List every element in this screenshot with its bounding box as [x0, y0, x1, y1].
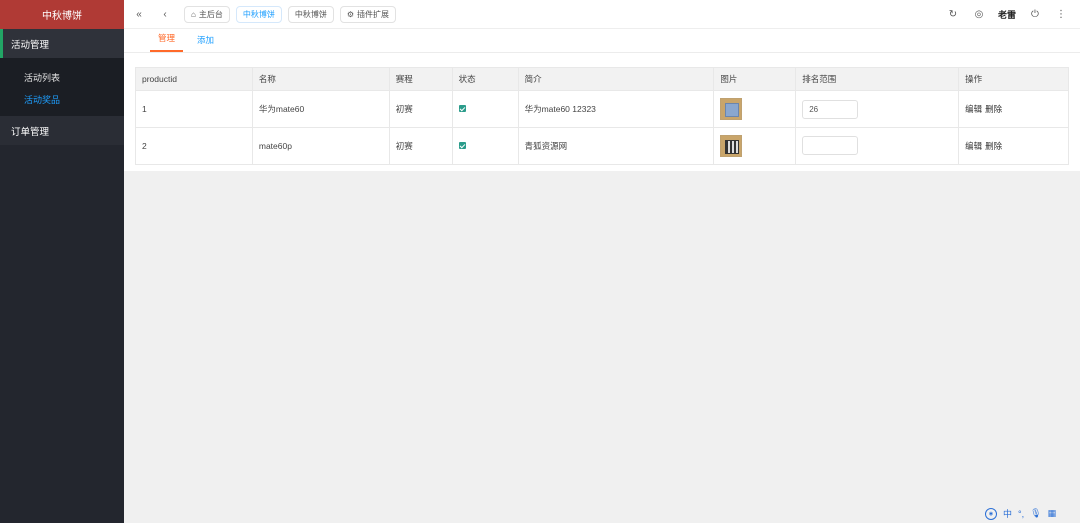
ime-menu-icon[interactable]: ▦: [1048, 508, 1057, 519]
col-intro: 简介: [517, 67, 715, 91]
subtab-manage[interactable]: 管理: [150, 32, 184, 52]
edit-link[interactable]: 编辑: [965, 141, 982, 151]
col-image: 图片: [713, 67, 797, 91]
username[interactable]: 老雷: [998, 8, 1016, 21]
rank-input[interactable]: [802, 135, 859, 155]
cell-image: [713, 127, 797, 165]
table-header: productid 名称 赛程 状态 简介 图片 排名范围 操作: [135, 67, 1069, 91]
edit-link[interactable]: 编辑: [965, 104, 982, 114]
refresh-icon[interactable]: ↻: [940, 3, 966, 25]
cell-rank: [795, 127, 960, 165]
tab-mid-autumn[interactable]: 中秋博饼: [287, 5, 334, 23]
ime-toolbar: ◉ 中 °, 🎙 ▦: [985, 507, 1056, 520]
submenu-activity-prizes[interactable]: 活动奖品: [0, 88, 124, 110]
header-actions: ↻ ◎ 老雷 ⏻ ⋮: [940, 3, 1080, 25]
app-brand[interactable]: 中秋博饼: [0, 0, 124, 29]
cell-productid: 1: [135, 90, 253, 128]
ime-punctuation-icon[interactable]: °,: [1018, 509, 1024, 519]
cell-status: [451, 90, 519, 128]
top-header: « ‹ ⌂ 主后台 中秋博饼 中秋博饼 ⚙ 插件扩展 ↻ ◎ 老雷 ⏻ ⋮: [124, 0, 1080, 29]
cell-status: [451, 127, 519, 165]
ime-language[interactable]: 中: [1003, 507, 1012, 520]
tab-home[interactable]: ⌂ 主后台: [184, 5, 230, 23]
delete-link[interactable]: 删除: [985, 104, 1002, 114]
subtab-add[interactable]: 添加: [189, 34, 222, 52]
cell-productid: 2: [135, 127, 253, 165]
submenu-activity-list[interactable]: 活动列表: [0, 66, 124, 88]
menu-activity-management[interactable]: 活动管理: [0, 29, 124, 58]
tab-mid-autumn-active[interactable]: 中秋博饼: [235, 5, 282, 23]
cell-name: 华为mate60: [251, 90, 390, 128]
cell-intro: 青狐资源网: [517, 127, 715, 165]
col-actions: 操作: [958, 67, 1069, 91]
col-name: 名称: [251, 67, 390, 91]
status-checkbox[interactable]: [458, 105, 466, 112]
cell-stage: 初赛: [388, 127, 453, 165]
delete-link[interactable]: 删除: [985, 141, 1002, 151]
qr-code-thumbnail[interactable]: [720, 135, 743, 157]
collapse-sidebar-icon[interactable]: «: [128, 3, 150, 25]
more-icon[interactable]: ⋮: [1048, 3, 1074, 25]
cell-actions: 编辑 删除: [958, 90, 1069, 128]
subtabs: 管理 添加: [124, 29, 1080, 53]
back-icon[interactable]: ‹: [154, 3, 176, 25]
table-row: 1 华为mate60 初赛 华为mate60 12323 26 编辑 删除: [135, 90, 1069, 128]
status-checkbox[interactable]: [458, 142, 466, 149]
activity-submenu: 活动列表 活动奖品: [0, 58, 124, 116]
microphone-icon[interactable]: 🎙: [1030, 508, 1041, 519]
rank-input[interactable]: 26: [802, 99, 859, 119]
menu-order-management[interactable]: 订单管理: [0, 116, 124, 145]
col-status: 状态: [451, 67, 519, 91]
sidebar: 中秋博饼 活动管理 活动列表 活动奖品 订单管理: [0, 0, 124, 523]
col-productid: productid: [135, 67, 253, 91]
empty-area: [124, 171, 1080, 523]
power-icon[interactable]: ⏻: [1022, 3, 1048, 25]
cell-stage: 初赛: [388, 90, 453, 128]
home-icon: ⌂: [191, 9, 196, 19]
col-rank: 排名范围: [795, 67, 960, 91]
tab-plugins[interactable]: ⚙ 插件扩展: [339, 5, 397, 23]
tab-label: 插件扩展: [357, 9, 390, 19]
col-stage: 赛程: [388, 67, 453, 91]
cell-actions: 编辑 删除: [958, 127, 1069, 165]
tab-label: 中秋博饼: [294, 9, 327, 19]
cell-image: [713, 90, 797, 128]
table-row: 2 mate60p 初赛 青狐资源网 编辑 删除: [135, 127, 1069, 165]
tab-home-label: 主后台: [198, 9, 223, 19]
tab-label: 中秋博饼: [242, 9, 275, 19]
cell-name: mate60p: [251, 127, 390, 165]
theme-icon[interactable]: ◎: [966, 3, 992, 25]
prize-table: productid 名称 赛程 状态 简介 图片 排名范围 操作 1 华为mat…: [135, 67, 1069, 165]
product-thumbnail[interactable]: [720, 98, 743, 120]
main-content: 管理 添加 productid 名称 赛程 状态 简介 图片 排名范围 操作 1…: [124, 29, 1080, 171]
ime-logo-icon[interactable]: ◉: [985, 507, 997, 520]
cell-rank: 26: [795, 90, 960, 128]
cell-intro: 华为mate60 12323: [517, 90, 715, 128]
plugin-icon: ⚙: [346, 9, 355, 19]
